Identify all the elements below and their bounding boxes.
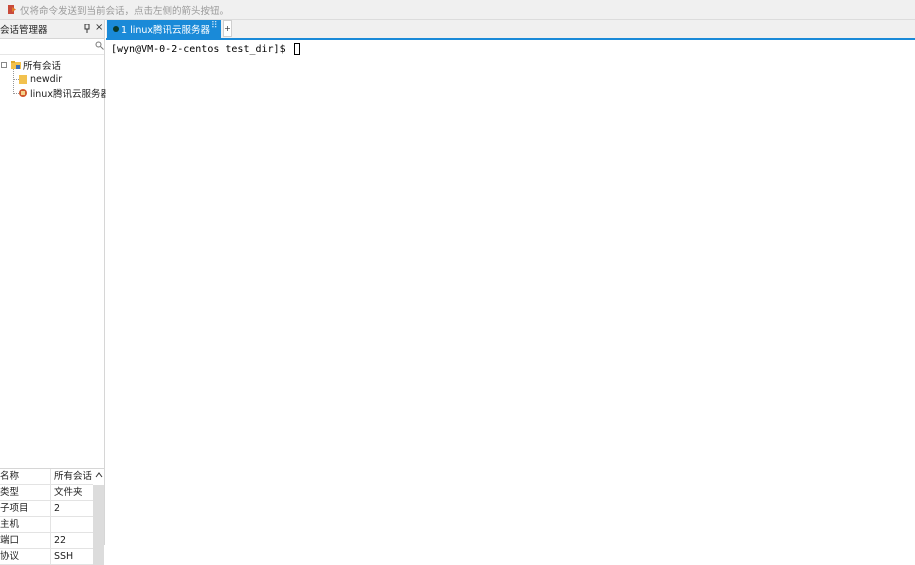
property-key: 子项目 (0, 501, 51, 516)
tree-item-label: linux腾讯云服务器 (30, 89, 110, 100)
property-key: 端口 (0, 533, 51, 548)
folder-icon (11, 61, 21, 69)
pin-icon[interactable] (84, 24, 90, 33)
property-key: 协议 (0, 549, 51, 564)
tab-menu-icon[interactable]: ⠿ (211, 21, 218, 31)
property-value: 22 (54, 535, 67, 546)
property-row: 协议 SSH (0, 549, 93, 565)
property-key: 主机 (0, 517, 51, 532)
property-key: 名称 (0, 469, 51, 484)
session-manager-header: 会话管理器 × (0, 20, 104, 39)
property-value: 2 (54, 503, 61, 514)
chevron-up-icon[interactable] (95, 471, 103, 479)
add-tab-button[interactable]: + (223, 20, 232, 37)
session-tab-bar: 1 linux腾讯云服务器 ⠿ + (106, 20, 915, 40)
property-value: SSH (54, 551, 74, 562)
tab-label: 1 linux腾讯云服务器 (121, 25, 211, 36)
tree-item-all-sessions[interactable]: 所有会话 (0, 58, 61, 72)
tree-item-newdir[interactable]: newdir (10, 72, 62, 86)
tab-linux-server[interactable]: 1 linux腾讯云服务器 ⠿ (107, 20, 221, 38)
tree-item-label: newdir (30, 73, 63, 85)
property-value: 文件夹 (54, 487, 83, 498)
hint-text: 仅将命令发送到当前会话，点击左侧的箭头按钮。 (20, 5, 230, 17)
search-icon[interactable] (95, 41, 104, 50)
terminal-prompt-line: [wyn@VM-0-2-centos test_dir]$ (111, 43, 300, 55)
properties-scrollbar[interactable] (93, 485, 104, 565)
close-icon[interactable]: × (95, 22, 103, 34)
property-row: 名称 所有会话 (0, 469, 93, 485)
properties-table: 名称 所有会话 类型 文件夹 子项目 2 主机 端口 22 协议 SSH (0, 468, 105, 565)
terminal-prompt: [wyn@VM-0-2-centos test_dir]$ (111, 43, 292, 55)
terminal-area[interactable]: [wyn@VM-0-2-centos test_dir]$ (106, 40, 915, 545)
collapse-toggle-icon[interactable] (1, 62, 7, 68)
property-row: 端口 22 (0, 533, 93, 549)
tree-item-linux-server[interactable]: linux腾讯云服务器 (10, 86, 110, 100)
property-key: 类型 (0, 485, 51, 500)
session-search-row[interactable] (0, 39, 104, 55)
folder-icon (19, 75, 27, 84)
tree-item-label: 所有会话 (23, 61, 62, 72)
property-row: 主机 (0, 517, 93, 533)
send-command-hint-bar: 仅将命令发送到当前会话，点击左侧的箭头按钮。 (0, 0, 915, 20)
connection-status-icon (113, 26, 119, 32)
terminal-cursor (293, 43, 300, 55)
property-row: 子项目 2 (0, 501, 93, 517)
property-row: 类型 文件夹 (0, 485, 93, 501)
server-session-icon (19, 89, 27, 97)
property-value: 所有会话 (54, 471, 93, 482)
property-value (51, 517, 54, 532)
send-arrow-icon[interactable] (7, 4, 17, 15)
session-manager-panel: 会话管理器 × 所有会话 newdir linux腾讯云服务器 名称 所有会话 … (0, 20, 110, 565)
session-manager-title: 会话管理器 (0, 25, 48, 36)
